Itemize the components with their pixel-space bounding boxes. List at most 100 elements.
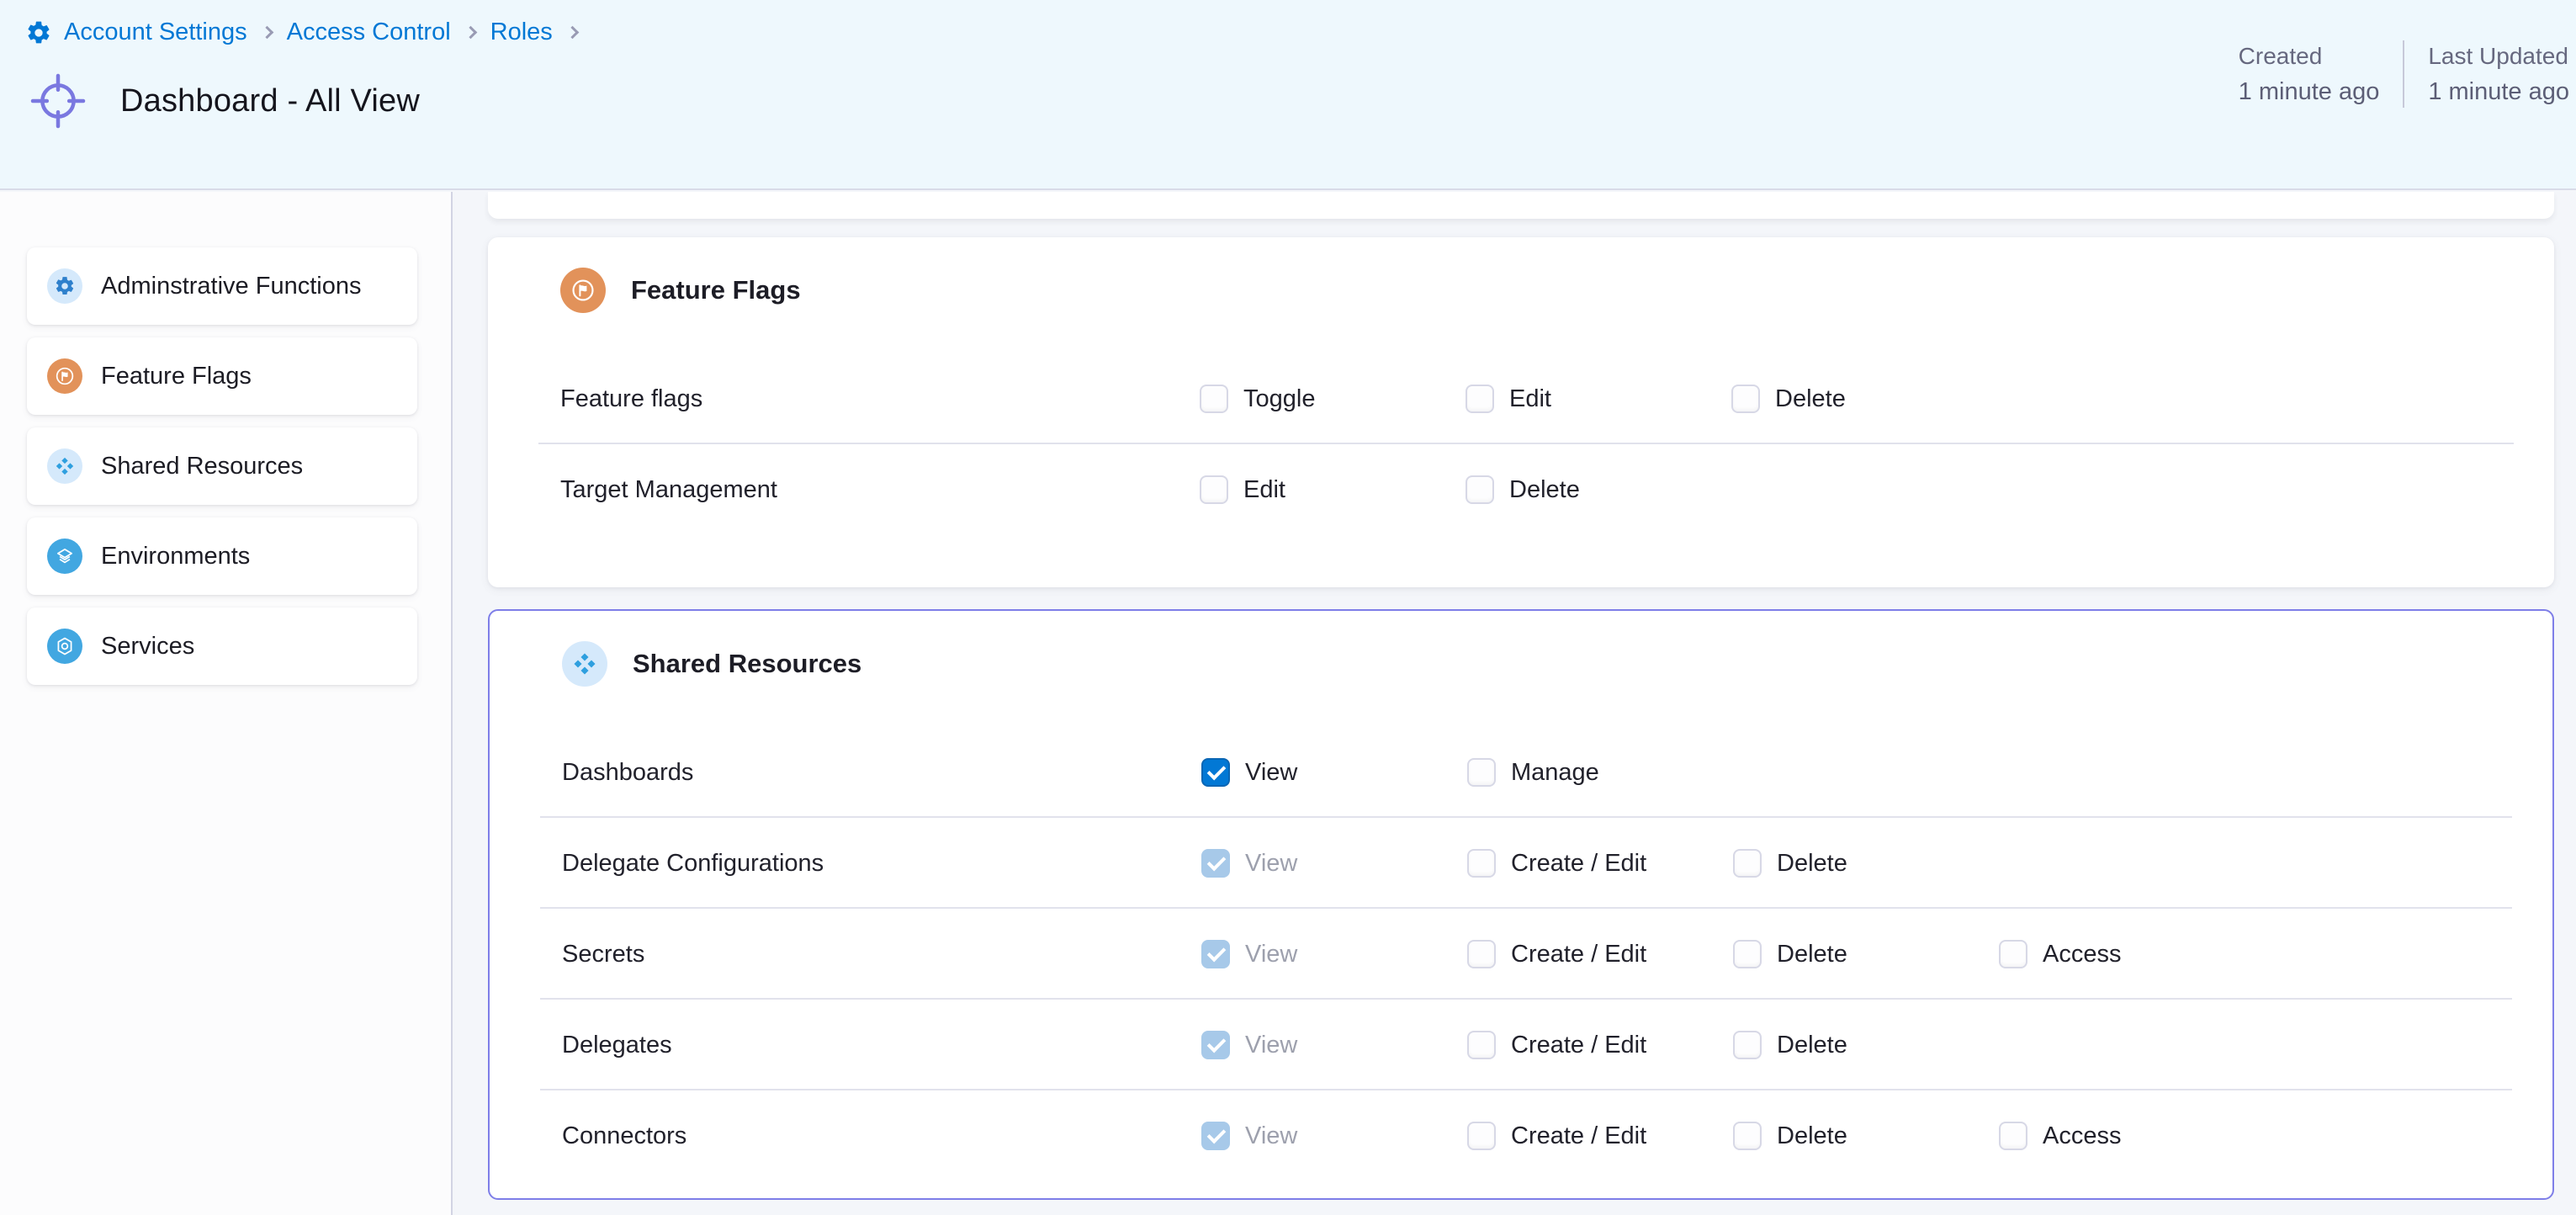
shared-resources-icon [47,448,82,484]
permission-option[interactable]: Delete [1733,849,1999,878]
permission-label: Delete [1777,941,1847,968]
permission-option[interactable]: Edit [1466,385,1731,413]
last-updated-value: 1 minute ago [2428,74,2569,109]
section-header: Shared Resources [490,611,2552,687]
permission-row: Connectors View Create / Edit Delete Acc… [490,1090,2552,1181]
permission-option[interactable]: Delete [1733,940,1999,968]
permission-cells: View Create / Edit Delete [1201,1031,1999,1059]
breadcrumb-access-control[interactable]: Access Control [287,19,451,46]
permission-checkbox[interactable] [1466,475,1494,504]
permission-checkbox[interactable] [1467,758,1496,787]
feature-flags-icon [47,358,82,394]
account-settings-gear-icon [25,19,52,46]
resource-group-sidebar: Adminstrative Functions Feature Flags Sh… [0,192,453,1215]
feature-flags-icon [560,268,606,313]
permission-checkbox[interactable] [1201,849,1230,878]
sidebar-item-feature-flags[interactable]: Feature Flags [27,337,417,415]
permission-checkbox[interactable] [1467,1031,1496,1059]
permission-option[interactable]: View [1201,758,1467,787]
permission-option[interactable]: Create / Edit [1467,849,1733,878]
sidebar-item-label: Environments [101,543,250,570]
role-target-icon [28,71,88,131]
resource-name: Delegate Configurations [562,850,1201,878]
permission-section: Shared Resources Dashboards View Manage … [488,609,2554,1200]
permission-row: Delegates View Create / Edit Delete [490,1000,2552,1090]
permission-option[interactable]: Delete [1731,385,1997,413]
created-value: 1 minute ago [2239,74,2380,109]
clipped-card-bottom [488,192,2554,219]
permission-option[interactable]: Create / Edit [1467,1122,1733,1150]
permission-checkbox[interactable] [1466,385,1494,413]
permission-checkbox[interactable] [1201,758,1230,787]
meta-divider [2403,40,2404,108]
permission-label: Delete [1775,385,1846,413]
chevron-right-icon [566,26,580,40]
permission-cells: View Create / Edit Delete Access [1201,1122,2265,1150]
resource-name: Secrets [562,941,1201,968]
permission-label: Access [2043,1122,2121,1150]
permission-rows: Feature flags Toggle Edit Delete Target … [488,353,2554,535]
permission-row: Feature flags Toggle Edit Delete [488,353,2554,444]
resource-name: Delegates [562,1032,1201,1059]
title-row: Dashboard - All View [28,71,420,131]
permission-option[interactable]: Create / Edit [1467,1031,1733,1059]
permission-option[interactable]: View [1201,1122,1467,1150]
permission-checkbox[interactable] [1733,849,1762,878]
permission-label: Edit [1509,385,1551,413]
permission-checkbox[interactable] [1201,1122,1230,1150]
permission-label: View [1245,941,1297,968]
breadcrumb-roles[interactable]: Roles [490,19,553,46]
sidebar-item-label: Adminstrative Functions [101,273,361,300]
permission-option[interactable]: Manage [1467,758,1733,787]
permission-option[interactable]: View [1201,849,1467,878]
permission-cells: View Create / Edit Delete [1201,849,1999,878]
sidebar-item-environments[interactable]: Environments [27,517,417,595]
permission-row: Delegate Configurations View Create / Ed… [490,818,2552,909]
permission-option[interactable]: Create / Edit [1467,940,1733,968]
permission-label: Delete [1777,1122,1847,1150]
permission-cells: Toggle Edit Delete [1200,385,1997,413]
permission-label: View [1245,850,1297,878]
permission-label: View [1245,759,1297,787]
permission-checkbox[interactable] [1467,940,1496,968]
permission-option[interactable]: Toggle [1200,385,1466,413]
permission-checkbox[interactable] [1201,1031,1230,1059]
permission-checkbox[interactable] [1200,475,1228,504]
permission-option[interactable]: Delete [1466,475,1731,504]
permission-row: Secrets View Create / Edit Delete Access [490,909,2552,1000]
permission-option[interactable]: Delete [1733,1122,1999,1150]
permission-cells: Edit Delete [1200,475,1731,504]
services-icon [47,629,82,664]
permission-checkbox[interactable] [1733,1031,1762,1059]
permission-checkbox[interactable] [1733,1122,1762,1150]
permission-checkbox[interactable] [1201,940,1230,968]
permission-option[interactable]: Access [1999,940,2265,968]
permission-option[interactable]: Edit [1200,475,1466,504]
chevron-right-icon [260,26,273,40]
permission-checkbox[interactable] [1733,940,1762,968]
meta-panel: Created 1 minute ago Last Updated 1 minu… [2239,39,2569,109]
permission-checkbox[interactable] [1200,385,1228,413]
sidebar-item-label: Services [101,633,194,661]
permission-checkbox[interactable] [1999,1122,2027,1150]
permission-label: Delete [1509,476,1580,504]
sidebar-item-services[interactable]: Services [27,608,417,685]
permission-option[interactable]: View [1201,1031,1467,1059]
section-title: Shared Resources [633,649,861,679]
permission-option[interactable]: View [1201,940,1467,968]
permission-label: View [1245,1032,1297,1059]
permission-checkbox[interactable] [1467,849,1496,878]
sidebar-item-administrative-functions[interactable]: Adminstrative Functions [27,247,417,325]
permission-section: Feature Flags Feature flags Toggle Edit … [488,237,2554,587]
permission-checkbox[interactable] [1731,385,1760,413]
permission-rows: Dashboards View Manage Delegate Configur… [490,727,2552,1181]
permission-checkbox[interactable] [1999,940,2027,968]
breadcrumb-account-settings[interactable]: Account Settings [64,19,247,46]
gear-icon [47,268,82,304]
permission-option[interactable]: Delete [1733,1031,1999,1059]
permission-cells: View Create / Edit Delete Access [1201,940,2265,968]
permission-option[interactable]: Access [1999,1122,2265,1150]
permission-label: Create / Edit [1511,1122,1646,1150]
permission-checkbox[interactable] [1467,1122,1496,1150]
sidebar-item-shared-resources[interactable]: Shared Resources [27,427,417,505]
